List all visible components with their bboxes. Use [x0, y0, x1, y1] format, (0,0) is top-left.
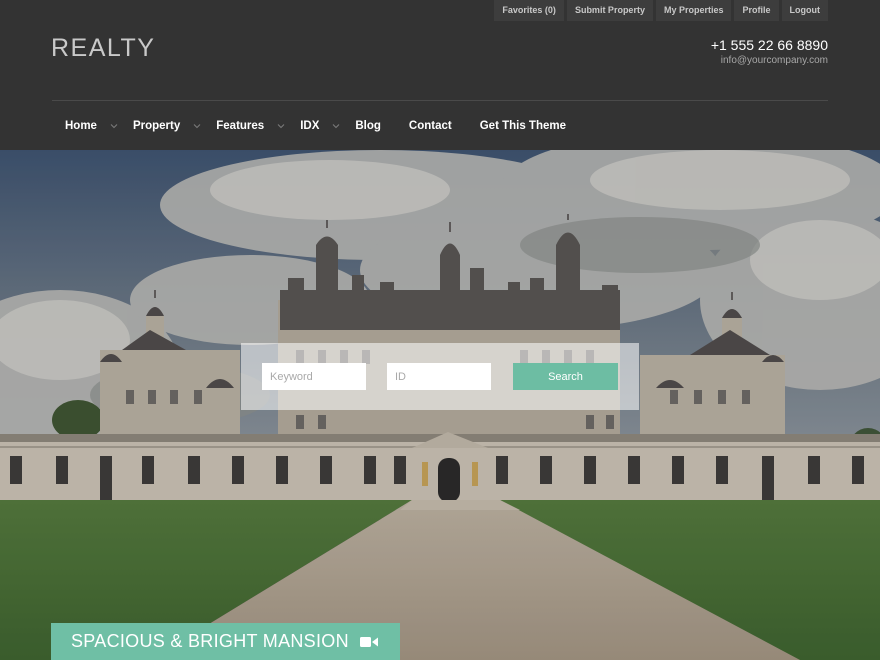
property-title: SPACIOUS & BRIGHT MANSION [71, 631, 349, 651]
search-button[interactable]: Search [513, 363, 618, 390]
chevron-down-icon [277, 124, 285, 129]
chevron-down-icon [332, 124, 340, 129]
nav-divider [52, 100, 828, 101]
nav-item-label: Features [216, 120, 265, 132]
site-logo[interactable]: REALTY [51, 34, 155, 63]
nav-item-blog[interactable]: Blog [355, 118, 381, 134]
account-links: Favorites (0) Submit Property My Propert… [494, 0, 828, 21]
chevron-down-icon [193, 124, 201, 129]
nav-item-property[interactable]: Property [133, 118, 202, 134]
nav-item-label: IDX [300, 120, 320, 132]
keyword-input[interactable] [262, 363, 366, 390]
hero-section: Search SPACIOUS & BRIGHT MANSION [0, 150, 880, 660]
logout-link[interactable]: Logout [781, 0, 828, 21]
property-caption[interactable]: SPACIOUS & BRIGHT MANSION [51, 623, 400, 660]
nav-item-get-this-theme[interactable]: Get This Theme [480, 118, 566, 134]
main-nav: Home Property Features IDX Blog Contact … [65, 118, 594, 134]
id-input[interactable] [387, 363, 491, 390]
nav-item-home[interactable]: Home [65, 118, 119, 134]
nav-item-idx[interactable]: IDX [300, 118, 341, 134]
nav-item-features[interactable]: Features [216, 118, 286, 134]
chevron-down-icon [110, 124, 118, 129]
nav-item-label: Home [65, 120, 97, 132]
profile-link[interactable]: Profile [734, 0, 779, 21]
video-camera-icon [359, 636, 378, 647]
email-address[interactable]: info@yourcompany.com [711, 55, 828, 66]
contact-info: +1 555 22 66 8890 info@yourcompany.com [711, 37, 828, 66]
site-header: Favorites (0) Submit Property My Propert… [0, 0, 880, 150]
submit-property-link[interactable]: Submit Property [566, 0, 653, 21]
favorites-link[interactable]: Favorites (0) [494, 0, 564, 21]
nav-item-contact[interactable]: Contact [409, 118, 452, 134]
phone-number: +1 555 22 66 8890 [710, 37, 828, 53]
my-properties-link[interactable]: My Properties [655, 0, 732, 21]
nav-item-label: Property [132, 120, 181, 132]
property-search-panel: Search [241, 343, 639, 410]
